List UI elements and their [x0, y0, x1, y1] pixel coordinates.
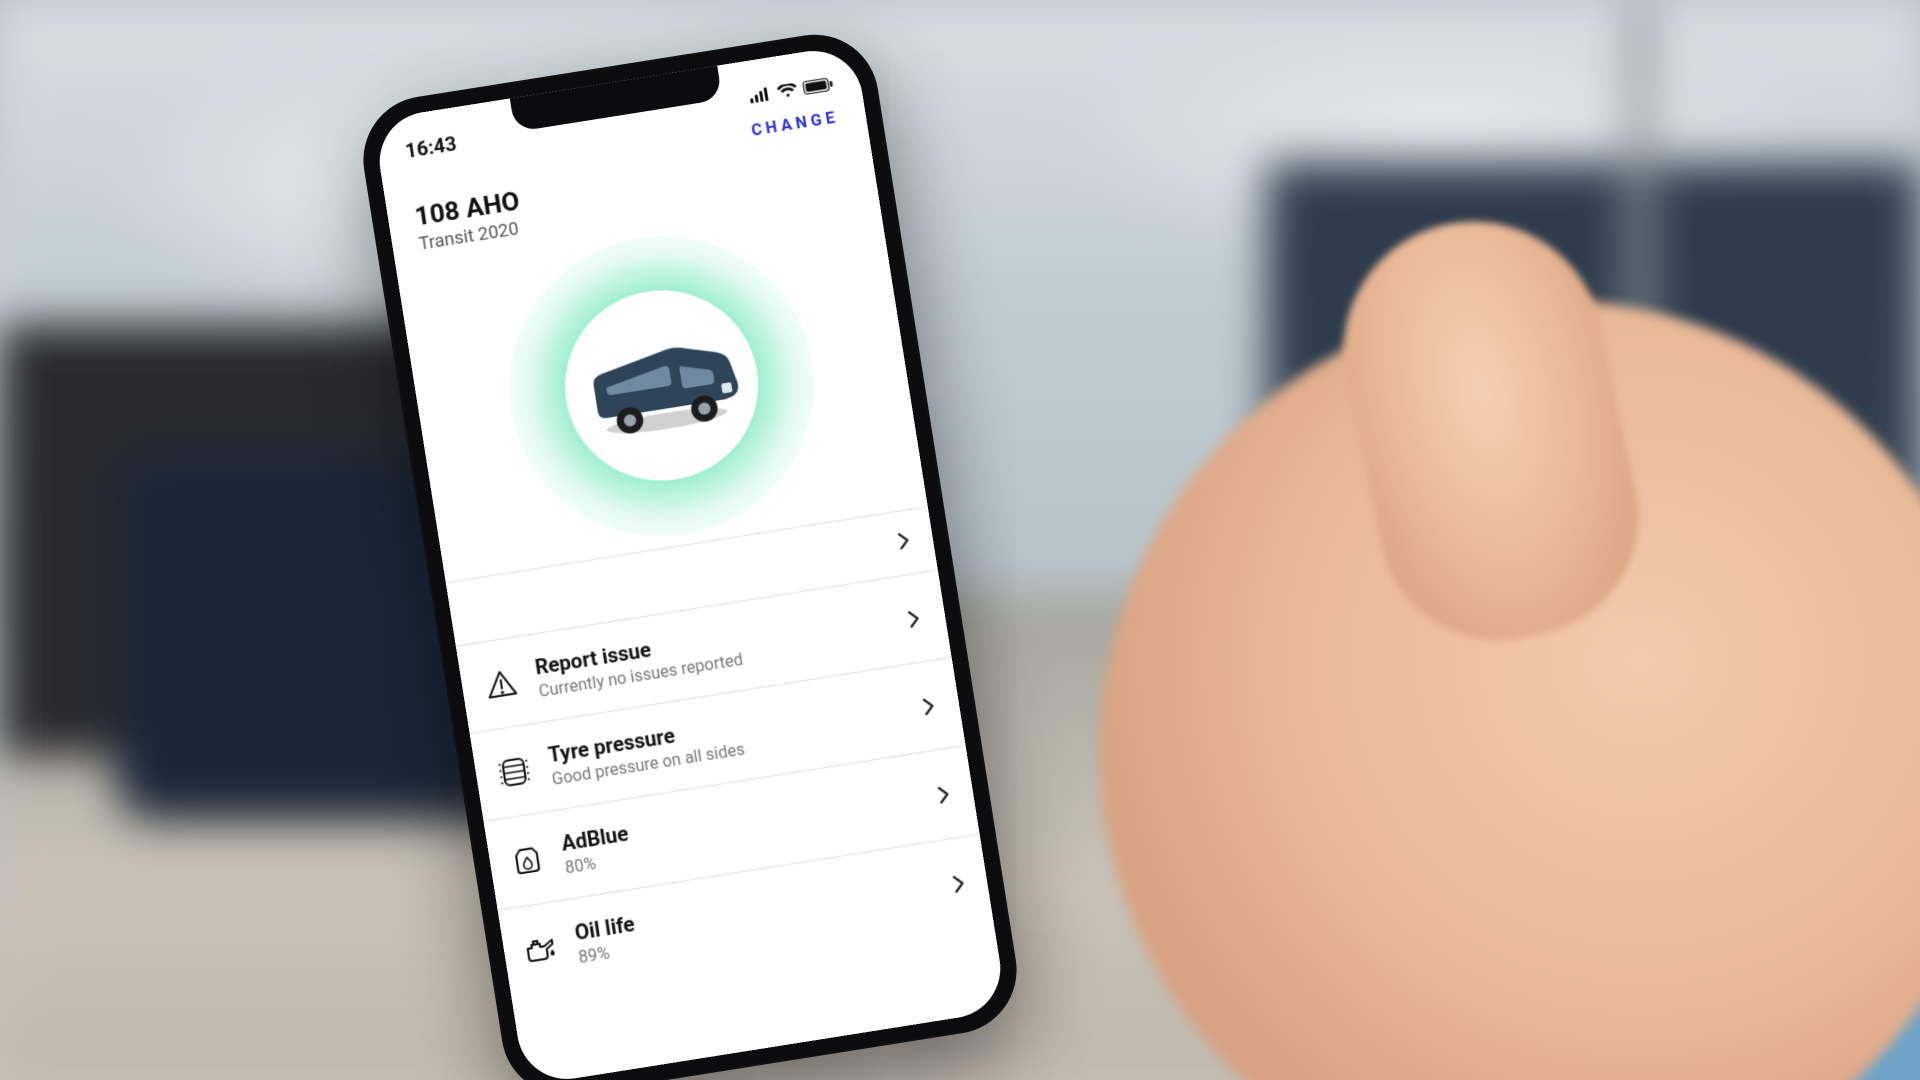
- chevron-right-icon: [918, 695, 940, 716]
- chevron-right-icon: [948, 872, 970, 894]
- fluid-container-icon: [508, 842, 547, 879]
- wifi-icon: [776, 83, 798, 100]
- oil-can-icon: [521, 933, 560, 966]
- signal-icon: [749, 87, 773, 104]
- chevron-right-icon: [933, 783, 955, 804]
- warning-triangle-icon: [482, 667, 521, 701]
- tyre-icon: [495, 753, 534, 789]
- vehicle-image: [574, 323, 750, 447]
- chevron-right-icon: [904, 608, 925, 629]
- status-time: 16:43: [404, 132, 458, 163]
- battery-icon: [802, 77, 834, 95]
- status-list: Report issue Currently no issues reporte…: [449, 568, 1005, 1001]
- vehicle-status-halo: [489, 214, 837, 558]
- status-icons: [749, 77, 834, 104]
- chevron-right-icon: [897, 531, 913, 555]
